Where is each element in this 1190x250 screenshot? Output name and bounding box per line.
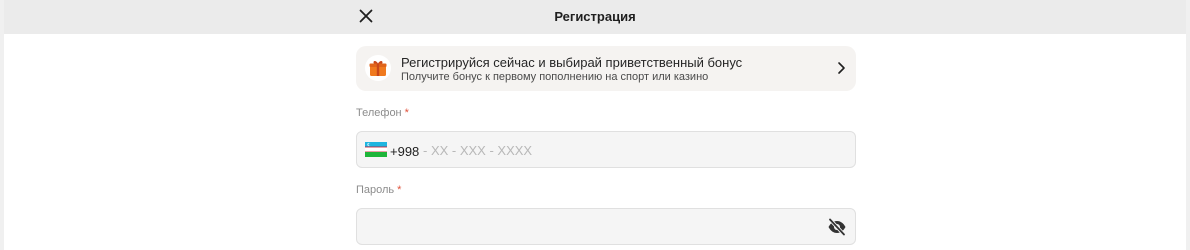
- uzbekistan-flag-icon: [365, 142, 387, 157]
- password-visibility-toggle[interactable]: [827, 217, 847, 237]
- close-button[interactable]: [356, 6, 376, 26]
- bonus-title: Регистрируйся сейчас и выбирай приветств…: [401, 55, 743, 70]
- phone-field[interactable]: +998: [356, 131, 856, 168]
- password-input[interactable]: [367, 217, 807, 237]
- chevron-right-icon: [838, 62, 845, 74]
- close-icon: [359, 9, 373, 23]
- header-bar: Регистрация: [4, 0, 1186, 34]
- eye-off-icon: [828, 217, 846, 237]
- country-code: +998: [390, 144, 420, 159]
- phone-label: Телефон *: [356, 106, 856, 120]
- gift-icon-container: [365, 55, 391, 81]
- phone-input[interactable]: [423, 140, 803, 160]
- bonus-banner[interactable]: Регистрируйся сейчас и выбирай приветств…: [356, 46, 856, 91]
- password-field[interactable]: [356, 208, 856, 245]
- page-title: Регистрация: [554, 9, 636, 24]
- bonus-subtitle: Получите бонус к первому пополнению на с…: [401, 71, 709, 83]
- password-label-text: Пароль: [356, 184, 395, 196]
- registration-page: Регистрация Регистрируйся сейчас и выбир…: [4, 0, 1186, 250]
- gift-icon: [369, 61, 387, 76]
- registration-form: Регистрируйся сейчас и выбирай приветств…: [356, 46, 856, 245]
- required-mark: *: [404, 107, 409, 119]
- required-mark: *: [397, 184, 402, 196]
- phone-label-text: Телефон: [356, 107, 402, 119]
- password-label: Пароль *: [356, 183, 856, 197]
